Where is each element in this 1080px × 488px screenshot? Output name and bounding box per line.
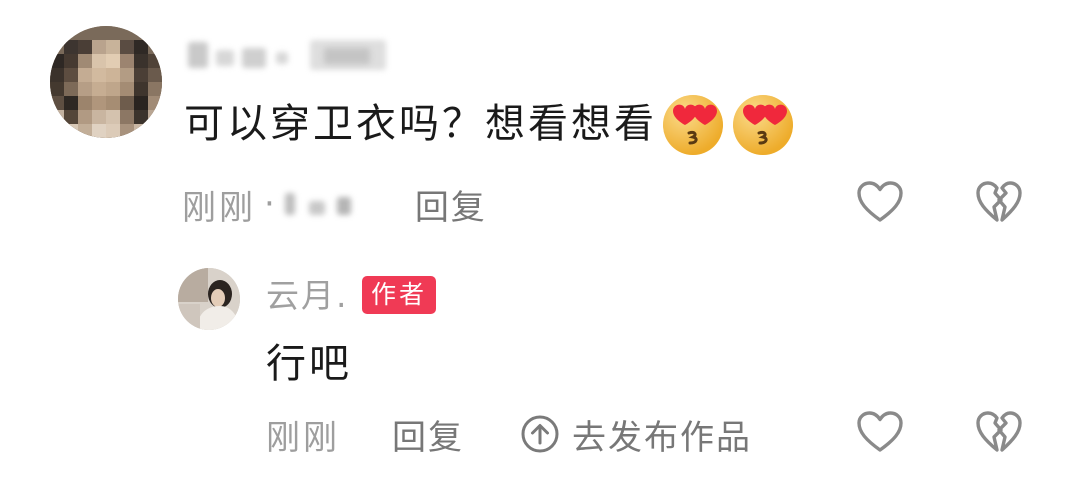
comment-time: 刚刚 [182, 187, 256, 228]
avatar-photo [178, 268, 240, 330]
reply-author-name[interactable]: 云月. [266, 274, 349, 318]
reply-button[interactable]: 回复 [415, 180, 487, 229]
heart-eyes-kiss-emoji [663, 95, 723, 155]
reply-content: 行吧 [266, 341, 352, 387]
comment-text: 可以穿卫衣吗？想看想看 [184, 101, 657, 147]
reply-author-avatar[interactable] [178, 268, 240, 330]
commenter-avatar[interactable] [50, 26, 162, 138]
publish-work-label: 去发布作品 [572, 417, 752, 458]
broken-heart-outline-icon[interactable] [975, 410, 1023, 454]
heart-outline-icon[interactable] [856, 410, 904, 454]
meta-separator: · [264, 184, 275, 224]
author-badge: 作者 [362, 276, 437, 314]
heart-outline-icon[interactable] [856, 180, 904, 224]
comment-meta: 刚刚 · 回复 [182, 180, 487, 228]
reply-button[interactable]: 回复 [392, 410, 464, 459]
comment-location-blurred [283, 189, 363, 219]
broken-heart-outline-icon[interactable] [975, 180, 1023, 224]
publish-work-button[interactable]: 去发布作品 [520, 410, 752, 459]
arrow-up-circle-icon [521, 415, 559, 453]
reply-time: 刚刚 [266, 417, 340, 458]
comment-content: 可以穿卫衣吗？想看想看 [184, 94, 797, 157]
reply-meta: 刚刚 回复 去发布作品 [266, 410, 752, 458]
heart-eyes-kiss-emoji [733, 95, 793, 155]
commenter-username-blurred[interactable] [186, 34, 396, 72]
